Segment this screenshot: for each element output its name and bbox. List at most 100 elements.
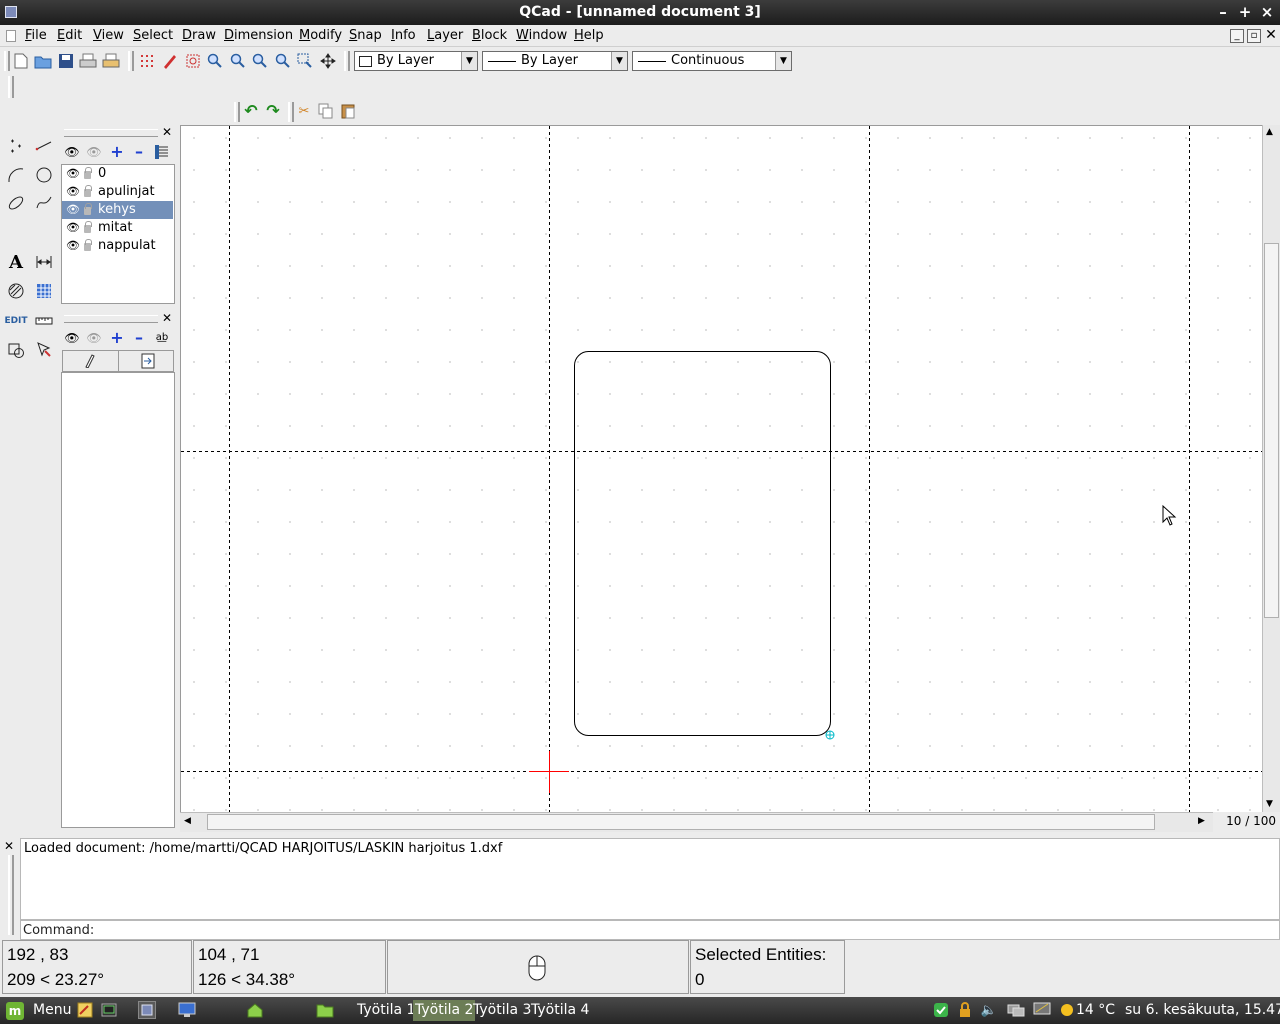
spline-tool-icon[interactable] [31,190,57,216]
measure-tool-icon[interactable] [31,308,57,334]
drawing-svg[interactable] [181,126,1262,812]
command-dock-grip[interactable] [8,855,14,935]
toolbar-grip[interactable] [8,76,14,98]
show-all-layers-icon[interactable]: 👁 [62,142,82,162]
layer-item-apulinjat[interactable]: 👁 apulinjat [62,183,173,201]
edit-block-icon[interactable] [79,351,99,371]
maximize-icon[interactable]: + [1236,3,1254,21]
zoom-auto-icon[interactable] [250,51,270,71]
weather-icon[interactable] [1058,1001,1076,1019]
vertical-scroll-thumb[interactable] [1264,243,1279,618]
insert-block-icon[interactable] [138,351,158,371]
edit-tool-icon[interactable]: EDIT [3,308,29,334]
toolbar-grip[interactable] [4,51,10,71]
eye-icon[interactable]: 👁 [66,239,80,252]
copy-icon[interactable] [316,101,336,121]
zoom-out-icon[interactable] [228,51,248,71]
lock-icon[interactable] [84,221,92,233]
print-preview-icon[interactable] [101,51,121,71]
command-line[interactable]: Command: [20,920,1280,940]
lock-icon[interactable] [84,167,92,179]
horizontal-scroll-thumb[interactable] [207,814,1155,830]
keyring-lock-icon[interactable] [956,1001,974,1019]
menu-window[interactable]: Window [516,28,567,43]
color-combo[interactable]: By Layer ▼ [354,51,478,71]
zoom-pan-icon[interactable] [318,51,338,71]
volume-icon[interactable]: 🔈 [980,1001,998,1019]
line-width-combo[interactable]: By Layer ▼ [482,51,628,71]
mint-menu-icon[interactable]: m [6,1002,24,1020]
rename-block-icon[interactable]: a͟b [152,328,172,348]
drawing-area[interactable] [180,125,1262,812]
mdi-restore-icon[interactable]: ▫ [1247,29,1261,43]
eye-icon[interactable]: 👁 [66,221,80,234]
menu-modify[interactable]: Modify [299,28,342,43]
layer-dock-grip[interactable] [64,129,158,137]
scroll-down-icon[interactable]: ▼ [1266,799,1273,809]
line-tool-icon[interactable] [31,133,57,159]
text-tool-icon[interactable]: A [3,249,29,275]
clock-label[interactable]: su 6. kesäkuuta, 15.47 [1125,1002,1280,1018]
workspace-1[interactable]: Työtila 1 [355,1000,417,1021]
workspace-3[interactable]: Työtila 3 [471,1000,533,1021]
hatch-tool-icon[interactable] [3,278,29,304]
image-tool-icon[interactable] [31,278,57,304]
hide-all-layers-icon[interactable]: 👁 [84,142,104,162]
undo-icon[interactable]: ↶ [241,101,261,121]
home-folder-icon[interactable] [246,1001,264,1019]
paste-icon[interactable] [338,101,358,121]
vertical-scrollbar[interactable]: ▲ ▼ [1262,125,1280,812]
close-icon[interactable]: × [1258,3,1276,21]
layer-dock-close-icon[interactable]: ✕ [161,126,173,138]
horizontal-scrollbar[interactable]: ◀ ▶ [180,812,1213,832]
folder-icon[interactable] [316,1001,334,1019]
temperature-label[interactable]: 14 °C [1076,1002,1115,1018]
terminal-launcher-icon[interactable] [100,1001,118,1019]
layer-properties-icon[interactable] [152,142,172,162]
mdi-minimize-icon[interactable]: _ [1230,29,1244,43]
minimize-icon[interactable]: – [1214,3,1232,21]
show-desktop-icon[interactable] [178,1001,196,1019]
eye-icon[interactable]: 👁 [66,203,80,216]
display-icon[interactable] [1033,1001,1051,1019]
network-icon[interactable] [1007,1001,1025,1019]
menu-dimension[interactable]: Dimension [224,28,293,43]
print-icon[interactable] [78,51,98,71]
menu-info[interactable]: Info [391,28,416,43]
toolbar-grip[interactable] [128,51,134,71]
scroll-up-icon[interactable]: ▲ [1266,127,1273,137]
open-file-icon[interactable] [33,51,53,71]
remove-block-icon[interactable]: – [129,328,149,348]
lock-icon[interactable] [84,203,92,215]
menu-select[interactable]: Select [133,28,173,43]
text-editor-launcher-icon[interactable] [76,1001,94,1019]
hide-all-blocks-icon[interactable]: 👁 [84,328,104,348]
workspace-2[interactable]: Työtila 2 [413,1000,476,1021]
menu-layer[interactable]: Layer [427,28,463,43]
select-tool-icon[interactable] [31,337,57,363]
mdi-close-icon[interactable]: ✕ [1264,28,1278,43]
layer-item-kehys[interactable]: 👁 kehys [62,201,173,219]
menu-draw[interactable]: Draw [182,28,216,43]
scroll-left-icon[interactable]: ◀ [184,816,191,826]
document-icon[interactable] [6,30,16,42]
block-dock-close-icon[interactable]: ✕ [161,312,173,324]
zoom-window-icon[interactable] [295,51,315,71]
zoom-previous-icon[interactable] [273,51,293,71]
show-all-blocks-icon[interactable]: 👁 [62,328,82,348]
lock-icon[interactable] [84,239,92,251]
save-icon[interactable] [56,51,76,71]
circle-tool-icon[interactable] [31,162,57,188]
zoom-in-icon[interactable] [205,51,225,71]
add-block-icon[interactable]: + [107,328,127,348]
menu-view[interactable]: View [93,28,124,43]
update-manager-icon[interactable] [932,1001,950,1019]
new-file-icon[interactable] [11,51,31,71]
menu-block[interactable]: Block [472,28,507,43]
add-layer-icon[interactable]: + [107,142,127,162]
line-type-combo[interactable]: Continuous ▼ [632,51,792,71]
redo-icon[interactable]: ↷ [263,101,283,121]
arc-tool-icon[interactable] [3,162,29,188]
toolbar-grip[interactable] [344,51,350,71]
points-tool-icon[interactable] [3,133,29,159]
